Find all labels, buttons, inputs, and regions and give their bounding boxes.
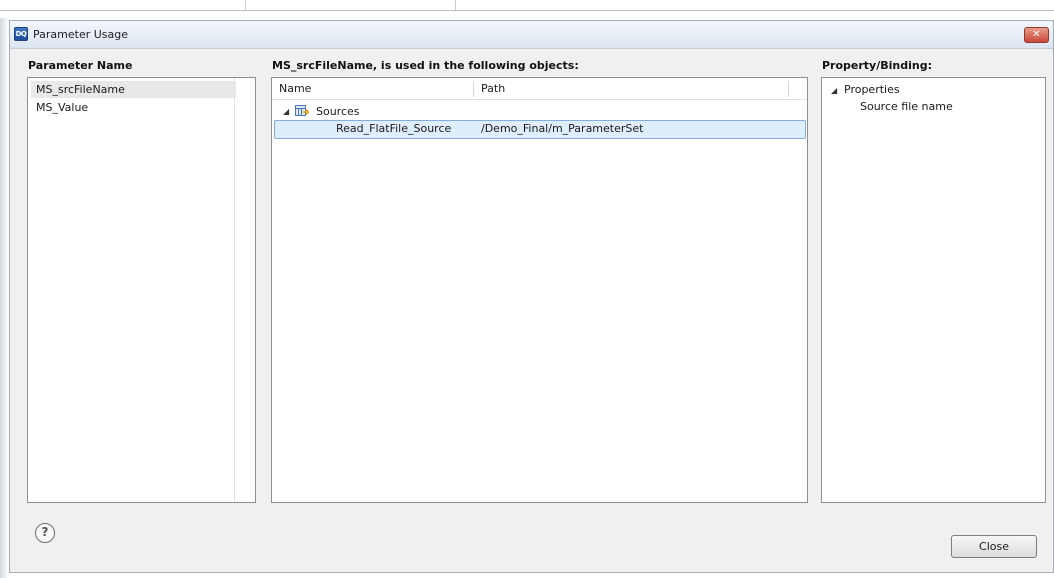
- help-icon[interactable]: ?: [35, 523, 55, 543]
- object-name-cell: Read_FlatFile_Source: [336, 122, 452, 135]
- property-item-source-file-name[interactable]: Source file name: [860, 100, 953, 114]
- parameter-name-header: Parameter Name: [28, 59, 133, 72]
- parameter-usage-dialog: DQ Parameter Usage ✕ Parameter Name MS_s…: [9, 20, 1054, 573]
- list-scroll-divider: [234, 78, 235, 502]
- app-icon: DQ: [14, 27, 28, 41]
- property-binding-header: Property/Binding:: [822, 59, 932, 72]
- column-header-path[interactable]: Path: [474, 78, 505, 100]
- object-path-cell: /Demo_Final/m_ParameterSet: [481, 122, 644, 135]
- background-app-strip: [0, 0, 1054, 18]
- window-title: Parameter Usage: [33, 28, 128, 41]
- properties-group-label[interactable]: Properties: [844, 83, 900, 97]
- parameter-item-ms-srcfilename[interactable]: MS_srcFileName: [31, 81, 236, 98]
- table-row[interactable]: Read_FlatFile_Source /Demo_Final/m_Param…: [274, 120, 806, 139]
- close-button[interactable]: Close: [951, 535, 1037, 558]
- background-shadow: [0, 18, 9, 578]
- column-separator[interactable]: [788, 81, 789, 97]
- sources-folder-icon: [295, 105, 309, 116]
- window-close-button[interactable]: ✕: [1024, 27, 1049, 43]
- parameter-list[interactable]: MS_srcFileName MS_Value: [27, 77, 256, 503]
- background-app-border: [0, 10, 1054, 11]
- sources-group-label[interactable]: Sources: [316, 105, 360, 119]
- property-binding-tree[interactable]: ◢ Properties Source file name: [821, 77, 1046, 503]
- expand-arrow-icon[interactable]: ◢: [831, 84, 837, 98]
- column-header-name[interactable]: Name: [272, 78, 311, 100]
- parameter-item-ms-value[interactable]: MS_Value: [31, 99, 236, 116]
- objects-table[interactable]: Name Path ◢ Sources Read_FlatFile_Source…: [271, 77, 808, 503]
- objects-header: MS_srcFileName, is used in the following…: [272, 59, 579, 72]
- expand-arrow-icon[interactable]: ◢: [283, 105, 289, 119]
- background-divider: [455, 0, 456, 10]
- table-header-row: Name Path: [272, 78, 807, 100]
- title-bar[interactable]: DQ Parameter Usage ✕: [10, 21, 1053, 49]
- background-divider: [245, 0, 246, 10]
